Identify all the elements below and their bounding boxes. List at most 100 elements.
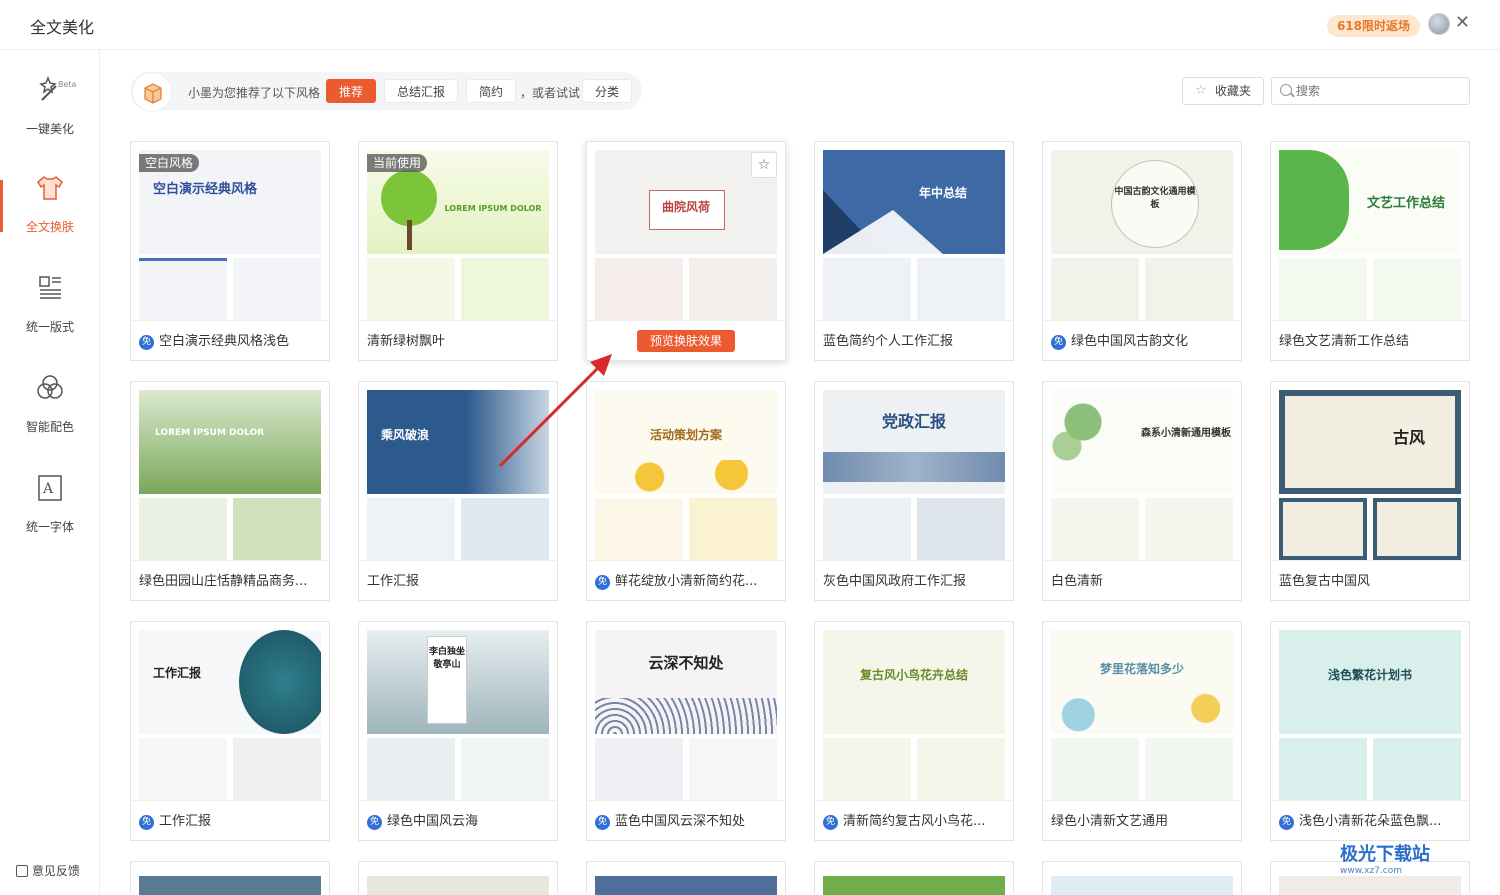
template-card[interactable]: 古风 蓝色复古中国风 bbox=[1270, 381, 1470, 601]
free-badge-icon: 免 bbox=[139, 815, 154, 830]
avatar[interactable] bbox=[1428, 13, 1450, 35]
template-card[interactable]: 空白演示经典风格 空白风格 免 空白演示经典风格浅色 bbox=[130, 141, 330, 361]
template-title: 党政汇报 bbox=[881, 412, 946, 431]
favorites-button[interactable]: ☆ 收藏夹 bbox=[1182, 77, 1264, 105]
template-title: 森系小清新通用模板 bbox=[1141, 428, 1231, 439]
template-caption: 蓝色简约个人工作汇报 bbox=[823, 334, 954, 349]
template-title: 曲院风荷 bbox=[661, 200, 710, 214]
chip-category[interactable]: 分类 bbox=[582, 79, 633, 103]
template-thumbnail: 云深不知处 bbox=[595, 630, 777, 800]
annotation-arrow-icon bbox=[498, 354, 612, 468]
search-input[interactable] bbox=[1296, 81, 1461, 101]
sidebar-item-label: 统一字体 bbox=[25, 520, 74, 534]
sidebar-item-label: 统一版式 bbox=[25, 320, 74, 334]
chip-simple[interactable]: 简约 bbox=[466, 79, 517, 103]
sidebar-item-color[interactable]: 智能配色 bbox=[0, 358, 100, 438]
watermark-logo: 极光下载站 www.xz7.com bbox=[1340, 844, 1430, 876]
template-title: 古风 bbox=[1392, 428, 1425, 447]
template-card[interactable]: 森系小清新通用模板 白色清新 bbox=[1042, 381, 1242, 601]
template-thumbnail: 复古风小鸟花卉总结 bbox=[823, 630, 1005, 800]
template-card[interactable]: 党政汇报 灰色中国风政府工作汇报 bbox=[814, 381, 1014, 601]
template-thumbnail: 文艺工作总结 bbox=[1279, 150, 1461, 320]
template-title: 活动策划方案 bbox=[649, 428, 722, 442]
promo-badge[interactable]: 618限时返场 bbox=[1326, 15, 1420, 37]
template-caption: 免 浅色小清新花朵蓝色飘... bbox=[1279, 812, 1463, 832]
template-card[interactable]: 梦里花落知多少 绿色小清新文艺通用 bbox=[1042, 621, 1242, 841]
star-icon: ☆ bbox=[1195, 83, 1207, 98]
template-title: 空白演示经典风格 bbox=[153, 182, 258, 197]
template-thumbnail: 工作汇报 bbox=[139, 630, 321, 800]
color-circles-icon bbox=[37, 375, 63, 399]
chip-recommend[interactable]: 推荐 bbox=[326, 79, 377, 103]
template-thumbnail: LOREM IPSUM DOLOR bbox=[367, 150, 549, 320]
template-caption: 绿色文艺清新工作总结 bbox=[1279, 334, 1410, 349]
template-caption: 免 鲜花绽放小清新简约花... bbox=[595, 572, 779, 592]
or-text: ，或者试试 bbox=[520, 86, 581, 100]
template-thumbnail: 李白独坐敬亭山 bbox=[367, 630, 549, 800]
template-title: 文艺工作总结 bbox=[1366, 196, 1445, 211]
template-title: 李白独坐敬亭山 bbox=[428, 647, 465, 670]
template-caption: 免 空白演示经典风格浅色 bbox=[139, 332, 323, 352]
free-badge-icon: 免 bbox=[823, 815, 838, 830]
sidebar-item-beautify[interactable]: Beta 一键美化 bbox=[0, 60, 100, 140]
template-caption: 免 蓝色中国风云深不知处 bbox=[595, 812, 779, 832]
search-box[interactable] bbox=[1271, 77, 1470, 105]
shirt-icon bbox=[37, 176, 63, 200]
favorite-star-icon[interactable]: ☆ bbox=[751, 152, 777, 178]
template-thumbnail: 活动策划方案 bbox=[595, 390, 777, 560]
template-caption: 绿色田园山庄恬静精品商务... bbox=[139, 574, 308, 589]
free-badge-icon: 免 bbox=[1051, 335, 1066, 350]
template-card-hovered[interactable]: 曲院风荷 ☆ 预览换肤效果 bbox=[586, 141, 786, 361]
template-card[interactable]: 李白独坐敬亭山 免 绿色中国风云海 bbox=[358, 621, 558, 841]
template-thumbnail: 森系小清新通用模板 bbox=[1051, 390, 1233, 560]
template-title: 年中总结 bbox=[918, 186, 967, 200]
sidebar-item-skin[interactable]: 全文换肤 bbox=[0, 158, 100, 238]
box-logo-icon bbox=[132, 72, 172, 112]
sidebar-item-font[interactable]: A 统一字体 bbox=[0, 458, 100, 538]
template-card[interactable]: 工作汇报 免 工作汇报 bbox=[130, 621, 330, 841]
template-caption: 免 工作汇报 bbox=[139, 812, 323, 832]
window-title: 全文美化 bbox=[30, 18, 95, 37]
template-card[interactable]: 浅色繁花计划书 免 浅色小清新花朵蓝色飘... bbox=[1270, 621, 1470, 841]
template-card[interactable]: 复古风小鸟花卉总结 免 清新简约复古风小鸟花... bbox=[814, 621, 1014, 841]
free-badge-icon: 免 bbox=[367, 815, 382, 830]
title-bar: 全文美化 618限时返场 ✕ bbox=[0, 0, 1500, 50]
feedback-link[interactable]: 意见反馈 bbox=[16, 862, 80, 879]
template-thumbnail: 空白演示经典风格 bbox=[139, 150, 321, 320]
free-badge-icon: 免 bbox=[1279, 815, 1294, 830]
template-card[interactable]: 文艺工作总结 绿色文艺清新工作总结 bbox=[1270, 141, 1470, 361]
template-thumbnail: 中国古韵文化通用模板 bbox=[1051, 150, 1233, 320]
template-card[interactable] bbox=[1042, 861, 1242, 895]
beta-label: Beta bbox=[58, 80, 77, 89]
recommend-text: 小墨为您推荐了以下风格 bbox=[188, 86, 321, 100]
chip-summary[interactable]: 总结汇报 bbox=[384, 79, 459, 103]
template-thumbnail: LOREM IPSUM DOLOR bbox=[139, 390, 321, 560]
template-card[interactable] bbox=[586, 861, 786, 895]
sidebar-item-label: 智能配色 bbox=[25, 420, 74, 434]
template-card[interactable]: LOREM IPSUM DOLOR 当前使用 清新绿树飘叶 bbox=[358, 141, 558, 361]
sidebar-item-layout[interactable]: 统一版式 bbox=[0, 258, 100, 338]
layout-icon bbox=[39, 276, 61, 299]
template-card[interactable]: 云深不知处 免 蓝色中国风云深不知处 bbox=[586, 621, 786, 841]
close-icon[interactable]: ✕ bbox=[1455, 12, 1470, 33]
sidebar: Beta 一键美化 全文换肤 统一版式 智能配色 A 统一字体 bbox=[0, 50, 100, 894]
preview-skin-button[interactable]: 预览换肤效果 bbox=[637, 330, 735, 352]
template-card[interactable] bbox=[358, 861, 558, 895]
sidebar-item-label: 全文换肤 bbox=[25, 220, 74, 234]
template-card[interactable] bbox=[814, 861, 1014, 895]
template-title: 工作汇报 bbox=[153, 666, 202, 680]
template-caption: 免 绿色中国风古韵文化 bbox=[1051, 332, 1235, 352]
template-card[interactable] bbox=[130, 861, 330, 895]
template-card[interactable]: 年中总结 蓝色简约个人工作汇报 bbox=[814, 141, 1014, 361]
template-caption: 灰色中国风政府工作汇报 bbox=[823, 574, 967, 589]
magic-wand-icon bbox=[39, 75, 57, 101]
free-badge-icon: 免 bbox=[139, 335, 154, 350]
free-badge-icon: 免 bbox=[595, 575, 610, 590]
template-thumbnail: 梦里花落知多少 bbox=[1051, 630, 1233, 800]
template-thumbnail: 党政汇报 bbox=[823, 390, 1005, 560]
template-thumbnail: 曲院风荷 bbox=[595, 150, 777, 320]
template-title: 梦里花落知多少 bbox=[1099, 662, 1184, 676]
template-card[interactable]: 中国古韵文化通用模板 免 绿色中国风古韵文化 bbox=[1042, 141, 1242, 361]
template-card[interactable]: LOREM IPSUM DOLOR 绿色田园山庄恬静精品商务... bbox=[130, 381, 330, 601]
template-thumbnail: 古风 bbox=[1279, 390, 1461, 560]
